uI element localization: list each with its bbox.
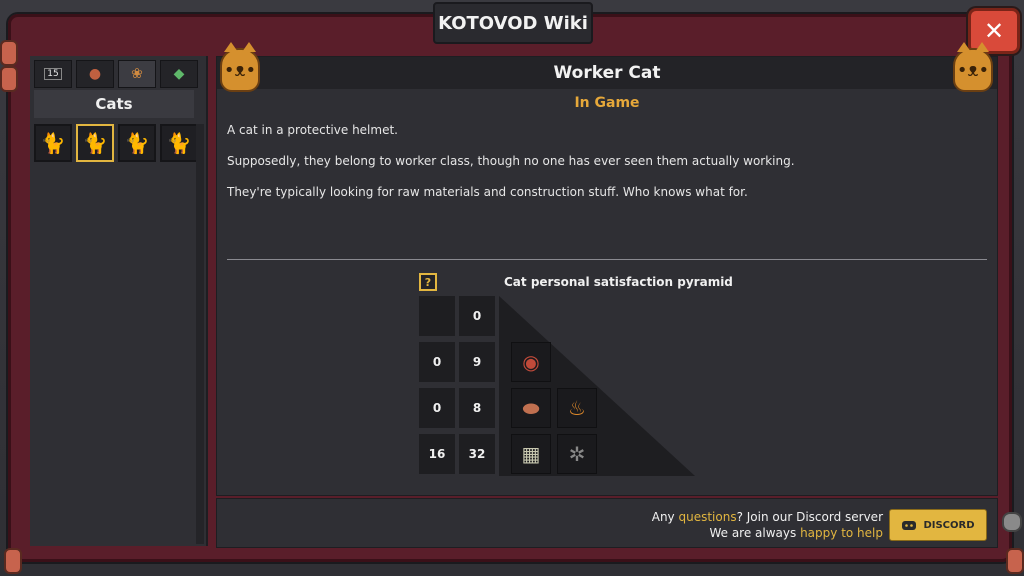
support-line-1: Any questions? Join our Discord server xyxy=(652,509,883,525)
support-line-2: We are always happy to help xyxy=(652,525,883,541)
discord-icon xyxy=(902,521,917,530)
article-subtitle: In Game xyxy=(574,95,640,111)
discord-label: DISCORD xyxy=(923,519,975,531)
article-panel: Worker Cat In Game A cat in a protective… xyxy=(216,56,998,496)
pyramid-item[interactable]: ◉ xyxy=(511,342,551,382)
support-text-part: ? Join our Discord server xyxy=(736,510,883,524)
pyramid-right-value: 8 xyxy=(459,388,495,428)
cat-entry[interactable]: 🐈 xyxy=(34,124,72,162)
rivet-decoration xyxy=(0,66,18,92)
pyramid-left-value: 16 xyxy=(419,434,455,474)
support-text-highlight: happy to help xyxy=(800,526,883,540)
support-text: Any questions? Join our Discord server W… xyxy=(652,509,883,541)
pyramid-item[interactable]: ⬬ xyxy=(511,388,551,428)
discord-button[interactable]: DISCORD xyxy=(889,509,987,541)
items-tab-icon: ● xyxy=(88,66,102,82)
description-paragraph: Supposedly, they belong to worker class,… xyxy=(227,154,795,168)
pyramid-item[interactable]: ✲ xyxy=(557,434,597,474)
pyramid-right-value: 9 xyxy=(459,342,495,382)
pyramid-title: Cat personal satisfaction pyramid xyxy=(504,275,733,289)
metal-scrap-icon: ✲ xyxy=(568,442,586,466)
worker-cat-icon: 🐈 xyxy=(82,131,108,155)
description-paragraph: A cat in a protective helmet. xyxy=(227,123,398,137)
cat-entry[interactable]: 🐈 xyxy=(118,124,156,162)
worker-cat-entry[interactable]: 🐈 xyxy=(76,124,114,162)
rivet-decoration xyxy=(4,548,22,574)
cat-icon: 🐈 xyxy=(166,131,192,155)
fire-flame-icon: ♨ xyxy=(568,396,586,420)
support-text-highlight: questions xyxy=(678,510,737,524)
stone-block-icon: ▦ xyxy=(521,442,541,466)
description-paragraph: They're typically looking for raw materi… xyxy=(227,185,748,199)
calendar-tab[interactable]: 15 xyxy=(34,60,72,88)
cat-list: 🐈 🐈 🐈 🐈 xyxy=(34,124,198,162)
crafting-tab-icon: ◆ xyxy=(173,66,185,82)
pyramid-left-value: 0 xyxy=(419,342,455,382)
window-title: KOTOVOD Wiki xyxy=(433,2,593,44)
category-tabs: 15 ● ❀ ◆ xyxy=(34,60,198,88)
pyramid-help-button[interactable]: ? xyxy=(419,273,437,291)
close-icon: ✕ xyxy=(983,17,1005,45)
calendar-tab-icon: 15 xyxy=(44,68,62,80)
article-title: Worker Cat xyxy=(217,57,997,89)
cats-tab-icon: ❀ xyxy=(131,66,143,82)
scroll-knob[interactable] xyxy=(1002,512,1022,532)
cats-tab[interactable]: ❀ xyxy=(118,60,156,88)
rivet-decoration xyxy=(1006,548,1024,574)
cat-entry[interactable]: 🐈 xyxy=(160,124,198,162)
wood-log-icon: ⬬ xyxy=(522,396,540,420)
satisfaction-pyramid: 0 0 9 ◉ 0 8 ⬬ ♨ 16 32 ▦ ✲ xyxy=(419,296,719,476)
cat-mascot-icon: •ᴥ• xyxy=(953,42,993,92)
cat-mascot-icon: •ᴥ• xyxy=(220,42,260,92)
pyramid-item[interactable]: ▦ xyxy=(511,434,551,474)
crafting-tab[interactable]: ◆ xyxy=(160,60,198,88)
sidebar-scrollbar[interactable] xyxy=(196,124,204,544)
pyramid-right-value: 32 xyxy=(459,434,495,474)
support-footer: Any questions? Join our Discord server W… xyxy=(216,498,998,548)
article-description: A cat in a protective helmet. Supposedly… xyxy=(227,123,987,216)
wiki-sidebar: 15 ● ❀ ◆ Cats 🐈 🐈 🐈 🐈 xyxy=(30,56,208,546)
cat-icon: 🐈 xyxy=(124,131,150,155)
pyramid-right-value: 0 xyxy=(459,296,495,336)
support-text-part: We are always xyxy=(709,526,801,540)
items-tab[interactable]: ● xyxy=(76,60,114,88)
cat-icon: 🐈 xyxy=(40,131,66,155)
divider xyxy=(227,259,987,260)
pyramid-left-value: 0 xyxy=(419,388,455,428)
ring-cake-icon: ◉ xyxy=(522,350,540,374)
pyramid-item[interactable]: ♨ xyxy=(557,388,597,428)
section-title: Cats xyxy=(34,90,194,118)
rivet-decoration xyxy=(0,40,18,66)
support-text-part: Any xyxy=(651,510,679,524)
pyramid-left-value xyxy=(419,296,455,336)
